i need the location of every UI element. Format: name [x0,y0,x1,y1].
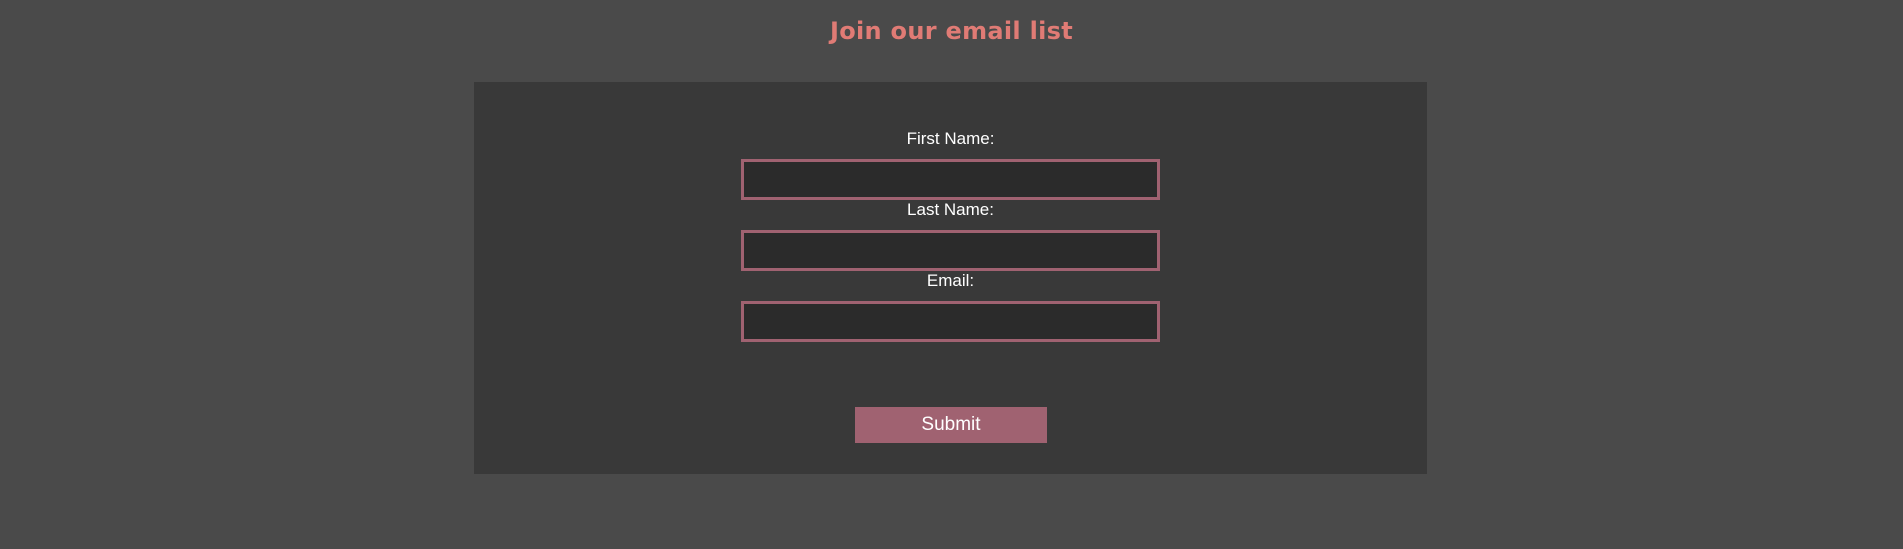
email-input[interactable] [741,301,1160,342]
first-name-label: First Name: [906,129,995,148]
page-title: Join our email list [829,17,1074,45]
email-label: Email: [926,271,975,290]
last-name-input[interactable] [741,230,1160,271]
first-name-input[interactable] [741,159,1160,200]
email-signup-form: First Name: Last Name: Email: Submit [474,82,1427,474]
submit-button[interactable]: Submit [855,407,1047,443]
last-name-label: Last Name: [907,200,994,219]
